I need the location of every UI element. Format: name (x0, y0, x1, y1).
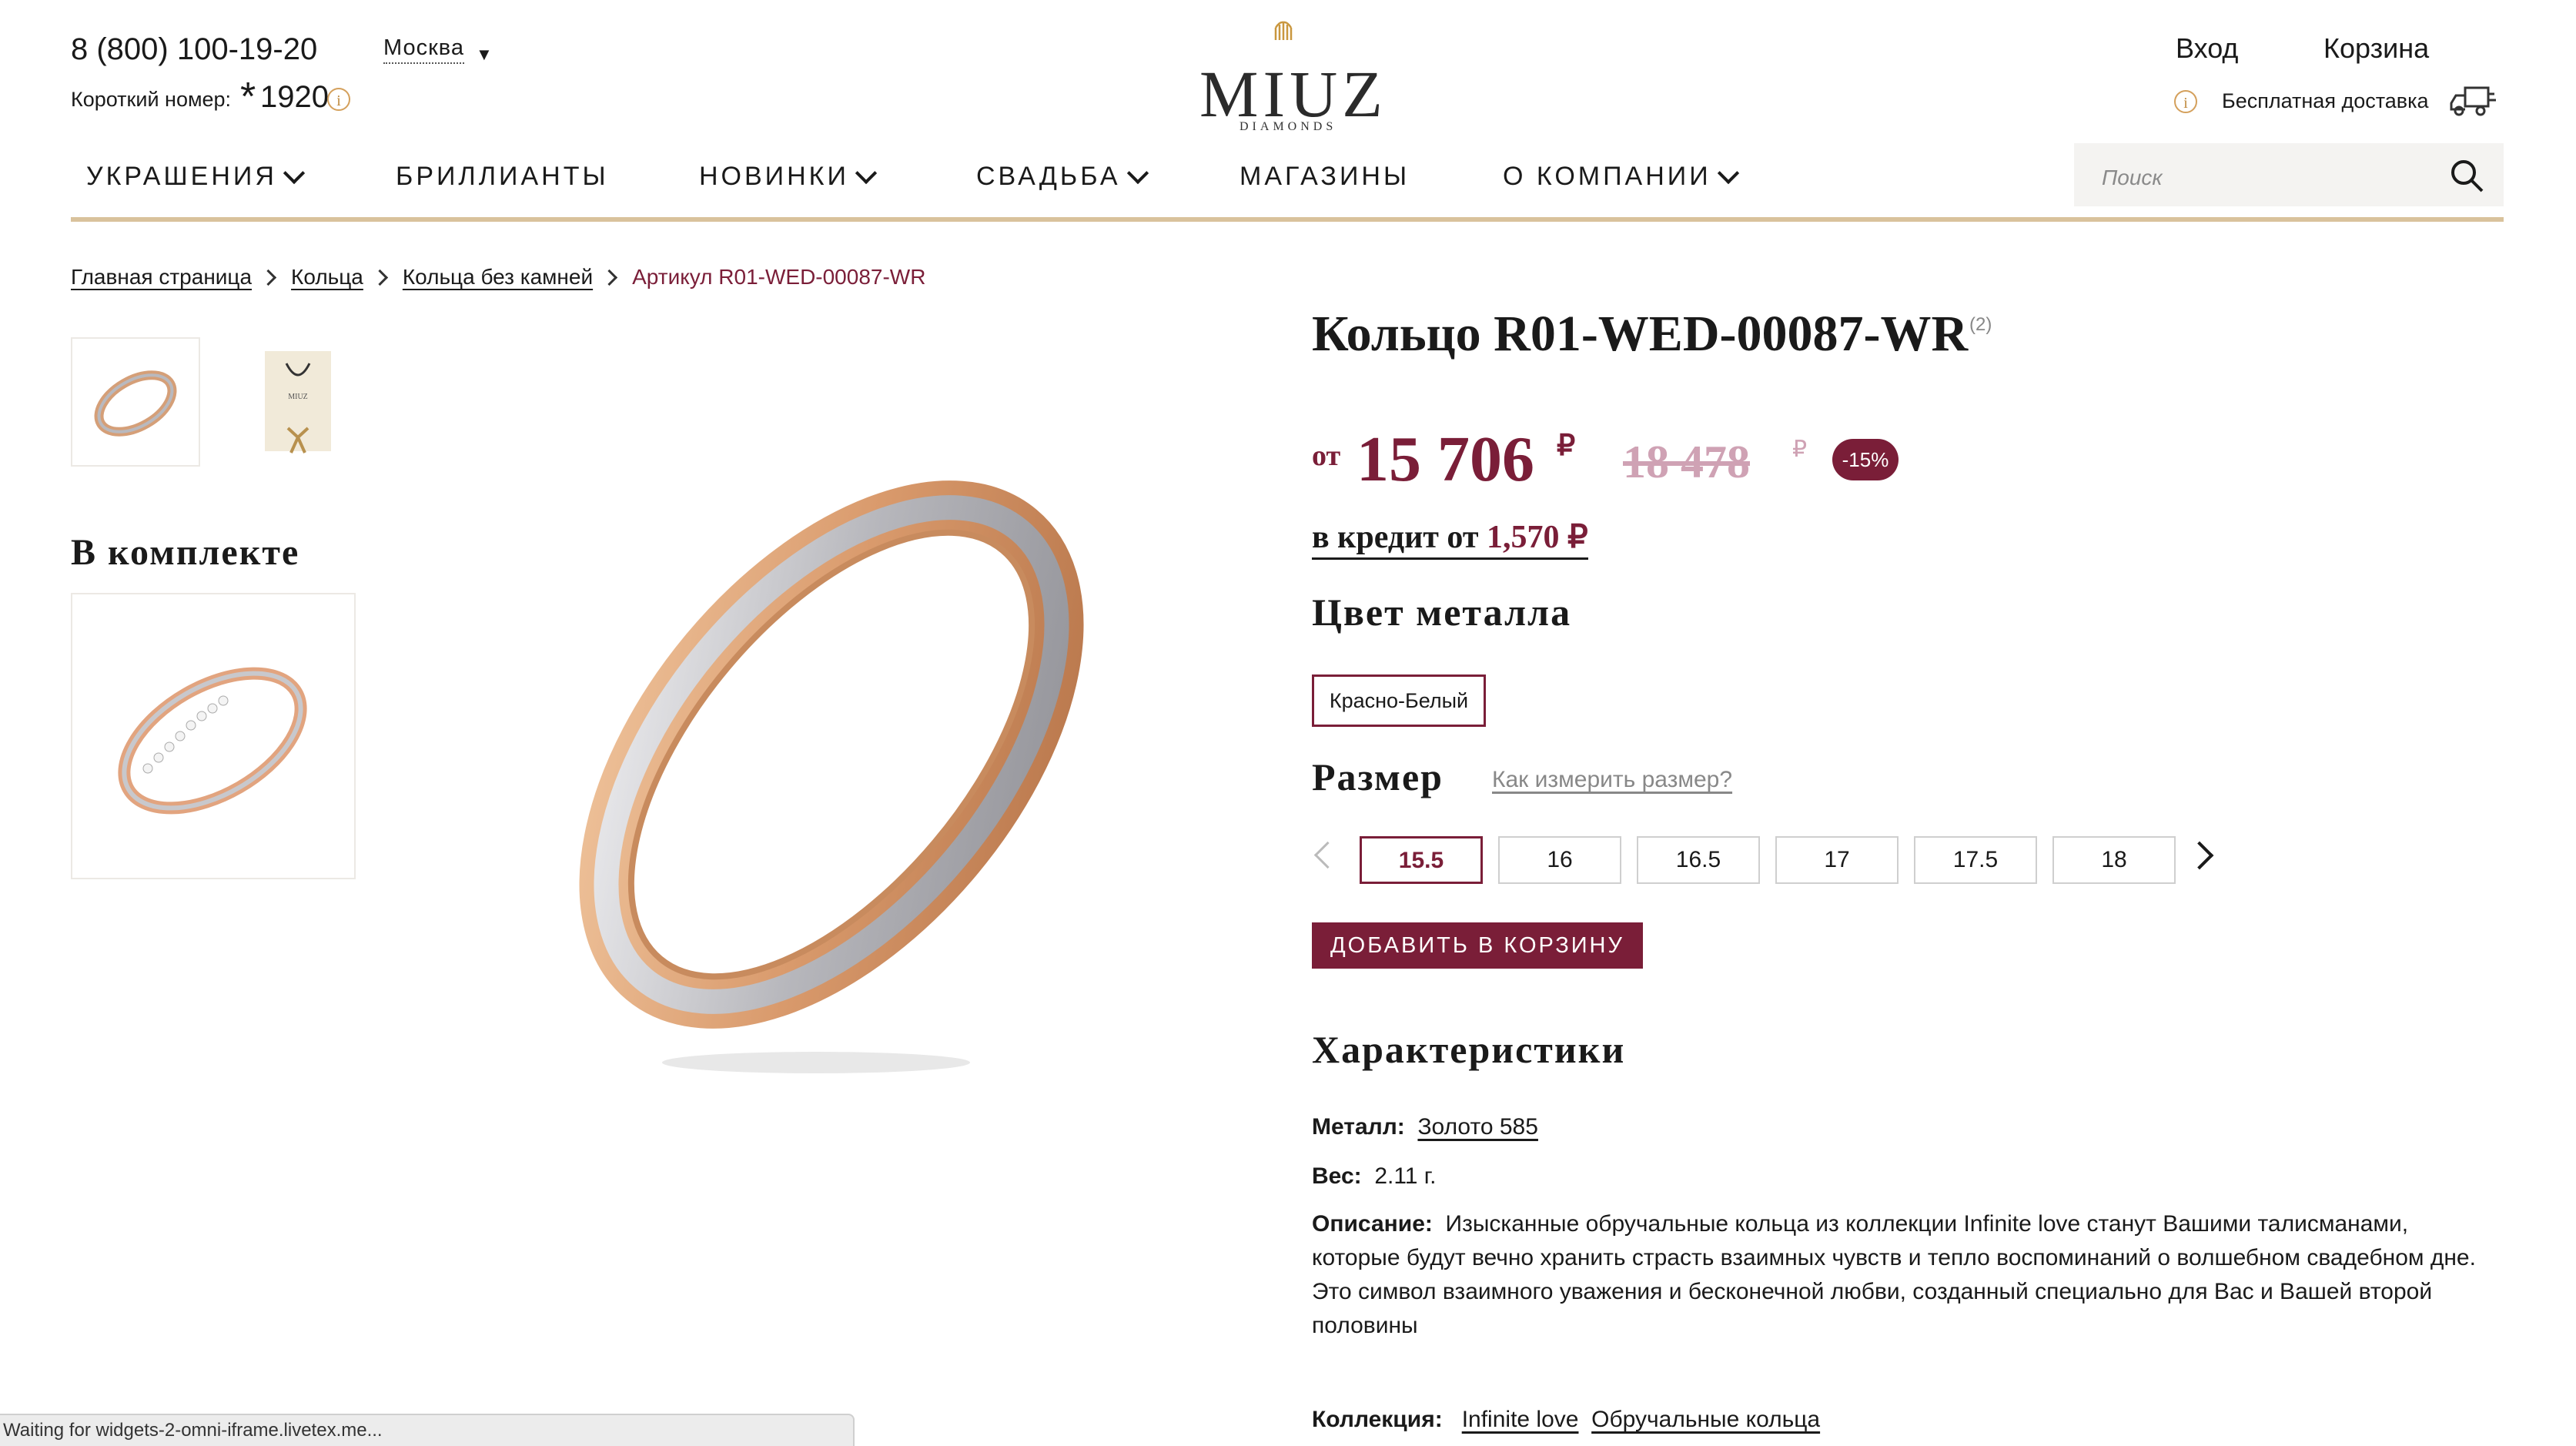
breadcrumb: Главная страница Кольца Кольца без камне… (71, 265, 925, 290)
chevron-down-icon (855, 162, 878, 184)
logo-subtitle: DIAMONDS (1239, 120, 1337, 133)
size-option[interactable]: 17 (1775, 836, 1899, 884)
chevron-down-icon (283, 162, 306, 184)
spec-metal-value[interactable]: Золото 585 (1417, 1114, 1538, 1140)
truck-icon (2450, 86, 2496, 116)
city-selector[interactable]: Москва (383, 35, 465, 64)
thumbnail-ring[interactable] (71, 337, 200, 467)
logo-crown-icon (1274, 21, 1293, 40)
chevron-down-icon (1717, 162, 1739, 184)
spec-label: Металл: (1312, 1114, 1405, 1140)
chevron-down-icon (1126, 162, 1149, 184)
browser-status-bar: Waiting for widgets-2-omni-iframe.livete… (0, 1414, 855, 1446)
nav-item-jewelry[interactable]: УКРАШЕНИЯ (86, 162, 306, 192)
header-divider (71, 217, 2504, 222)
nav-item-label: О КОМПАНИИ (1503, 162, 1711, 191)
caret-down-icon[interactable]: ▼ (476, 45, 493, 65)
chevron-left-icon[interactable] (1313, 841, 1342, 869)
add-to-cart-button[interactable]: ДОБАВИТЬ В КОРЗИНУ (1312, 922, 1643, 969)
nav-item-label: БРИЛЛИАНТЫ (396, 162, 609, 191)
size-option[interactable]: 17.5 (1914, 836, 2037, 884)
spec-description-value: Изысканные обручальные кольца из коллекц… (1312, 1211, 2476, 1338)
size-title: Размер (1312, 755, 1444, 798)
breadcrumb-rings[interactable]: Кольца (291, 265, 363, 290)
spec-label: Вес: (1312, 1163, 1362, 1189)
nav-item-diamonds[interactable]: БРИЛЛИАНТЫ (396, 162, 609, 192)
ring-thumbnail-image (94, 370, 177, 437)
collection-link[interactable]: Обручальные кольца (1591, 1407, 1820, 1432)
search-icon[interactable] (2448, 157, 2485, 194)
price-currency: ₽ (1557, 430, 1576, 462)
old-price: 18 478 (1623, 437, 1750, 487)
nav-item-stores[interactable]: МАГАЗИНЫ (1239, 162, 1410, 192)
collection-link[interactable]: Infinite love (1462, 1407, 1579, 1432)
metal-color-option[interactable]: Красно-Белый (1312, 674, 1486, 727)
chevron-right-icon[interactable] (2185, 841, 2214, 870)
kit-ring-card[interactable] (71, 593, 356, 879)
nav-item-label: СВАДЬБА (976, 162, 1121, 191)
nav-item-label: УКРАШЕНИЯ (86, 162, 277, 191)
size-help-link[interactable]: Как измерить размер? (1492, 767, 1732, 793)
discount-badge: -15% (1832, 439, 1899, 480)
main-product-image (579, 480, 1084, 1073)
price: 15 706 (1357, 423, 1534, 495)
credit-label: в кредит от (1312, 520, 1479, 555)
breadcrumb-home[interactable]: Главная страница (71, 265, 252, 290)
spec-description: Описание: Изысканные обручальные кольца … (1312, 1207, 2497, 1343)
spec-metal: Металл: Золото 585 (1312, 1110, 1538, 1144)
product-title: Кольцо R01-WED-00087-WR (1312, 306, 1969, 362)
short-number-star: * (240, 75, 256, 119)
gift-bag-image: MIUZ (265, 351, 331, 454)
nav-item-label: МАГАЗИНЫ (1239, 162, 1410, 191)
chevron-right-icon (371, 269, 388, 286)
spec-weight: Вес: 2.11 г. (1312, 1160, 1436, 1193)
nav-item-company[interactable]: О КОМПАНИИ (1503, 162, 1739, 192)
search-input[interactable] (2100, 162, 2427, 194)
spec-collection: Коллекция: Infinite love Обручальные кол… (1312, 1403, 1820, 1437)
size-option[interactable]: 15.5 (1360, 836, 1483, 884)
old-price-currency: ₽ (1792, 437, 1808, 462)
kit-title: В комплекте (71, 532, 300, 573)
chevron-right-icon (259, 269, 277, 286)
breadcrumb-current: Артикул R01-WED-00087-WR (632, 265, 926, 289)
free-delivery-text[interactable]: Бесплатная доставка (2222, 89, 2429, 113)
cart-link[interactable]: Корзина (2323, 32, 2429, 65)
price-prefix: от (1312, 440, 1341, 472)
thumbnail-gift-bag[interactable]: MIUZ (243, 337, 351, 467)
info-icon[interactable]: i (327, 88, 350, 111)
spec-weight-value: 2.11 г. (1374, 1163, 1437, 1189)
chevron-right-icon (601, 269, 618, 286)
size-option[interactable]: 16 (1498, 836, 1621, 884)
size-option[interactable]: 16.5 (1637, 836, 1760, 884)
short-number: 1920 (260, 80, 329, 114)
svg-text:MIUZ: MIUZ (288, 393, 308, 401)
nav-item-wedding[interactable]: СВАДЬБА (976, 162, 1149, 192)
credit-value: 1,570 ₽ (1486, 520, 1588, 555)
nav-item-new[interactable]: НОВИНКИ (699, 162, 878, 192)
size-option[interactable]: 18 (2052, 836, 2176, 884)
login-link[interactable]: Вход (2176, 32, 2238, 65)
kit-ring-image (118, 667, 307, 815)
spec-label: Коллекция: (1312, 1407, 1443, 1432)
credit-offer[interactable]: в кредит от 1,570 ₽ (1312, 517, 1588, 560)
phone-number[interactable]: 8 (800) 100-19-20 (71, 32, 317, 67)
nav-item-label: НОВИНКИ (699, 162, 849, 191)
breadcrumb-rings-no-stones[interactable]: Кольца без камней (403, 265, 593, 290)
reviews-count[interactable]: (2) (1969, 314, 1992, 336)
size-selector: 15.5 16 16.5 17 17.5 18 (1360, 836, 2176, 884)
spec-label: Описание: (1312, 1211, 1433, 1237)
metal-color-title: Цвет металла (1312, 591, 1572, 634)
info-icon[interactable]: i (2174, 90, 2197, 113)
short-number-label: Короткий номер: (71, 88, 232, 111)
specs-title: Характеристики (1312, 1028, 1626, 1071)
